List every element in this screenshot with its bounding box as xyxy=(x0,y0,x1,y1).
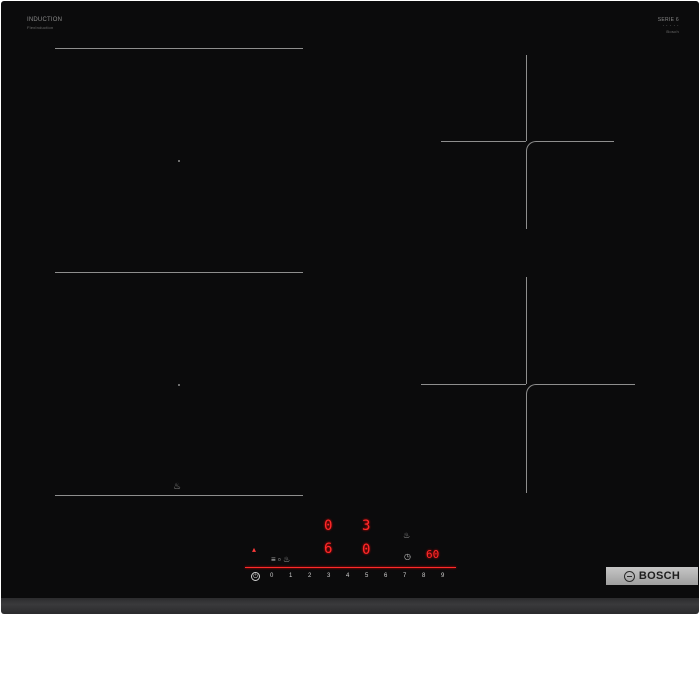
slider-step-9[interactable]: 9 xyxy=(441,573,460,579)
slider-step-5[interactable]: 5 xyxy=(365,573,384,579)
brand-small: Bosch xyxy=(666,29,679,34)
slider-step-7[interactable]: 7 xyxy=(403,573,422,579)
function-icons[interactable]: ≡ ▫ ♨ xyxy=(271,555,290,564)
right-lower-zone-corner xyxy=(526,384,635,493)
slider-step-6[interactable]: 6 xyxy=(384,573,403,579)
slider-step-4[interactable]: 4 xyxy=(346,573,365,579)
slider-step-2[interactable]: 2 xyxy=(308,573,327,579)
right-upper-zone-corner xyxy=(526,141,614,229)
right-lower-zone-vertical-line xyxy=(526,277,527,384)
right-lower-zone-horizontal-line xyxy=(421,384,526,385)
flex-zone-upper-center-dot xyxy=(178,160,180,162)
zone-select-icon[interactable]: ▴ xyxy=(252,545,256,554)
display-zone-top-right: 3 xyxy=(362,518,371,534)
slider-step-8[interactable]: 8 xyxy=(422,573,441,579)
slider-indicator-line xyxy=(245,567,456,568)
cooktop-frame xyxy=(1,598,699,614)
power-slider[interactable]: ⏻ 0 1 2 3 4 5 6 7 8 9 xyxy=(251,570,461,582)
series-label: SERIE 6 · · · · · Bosch xyxy=(658,17,679,35)
power-icon[interactable]: ⏻ xyxy=(251,571,260,581)
flex-zone-lower-center-dot xyxy=(178,384,180,386)
cooktop-glass: INDUCTION FlexInduction SERIE 6 · · · · … xyxy=(1,1,699,601)
display-zone-top-left: 0 xyxy=(324,518,333,534)
cooking-sensor-icon[interactable]: ♨ xyxy=(403,531,410,540)
model-label: INDUCTION FlexInduction xyxy=(27,17,62,31)
timer-icon[interactable]: ◷ xyxy=(404,552,411,561)
bosch-logo-icon xyxy=(623,570,635,582)
timer-display: 60 xyxy=(426,548,440,561)
flex-zone-top-line xyxy=(55,48,303,49)
brand-name: BOSCH xyxy=(638,570,681,582)
slider-step-0[interactable]: 0 xyxy=(270,573,289,579)
pan-icon: ♨ xyxy=(173,481,182,491)
brand-plate: BOSCH xyxy=(606,567,698,585)
flex-zone-middle-line xyxy=(55,272,303,273)
flex-zone-bottom-line xyxy=(55,495,303,496)
right-upper-zone-vertical-line xyxy=(526,55,527,141)
slider-step-3[interactable]: 3 xyxy=(327,573,346,579)
display-zone-bottom-left: 6 xyxy=(324,541,333,557)
display-zone-bottom-right: 0 xyxy=(362,542,371,558)
induction-label: INDUCTION xyxy=(27,17,63,23)
flex-label: FlexInduction xyxy=(27,25,54,30)
slider-step-1[interactable]: 1 xyxy=(289,573,308,579)
right-upper-zone-horizontal-line xyxy=(441,141,526,142)
